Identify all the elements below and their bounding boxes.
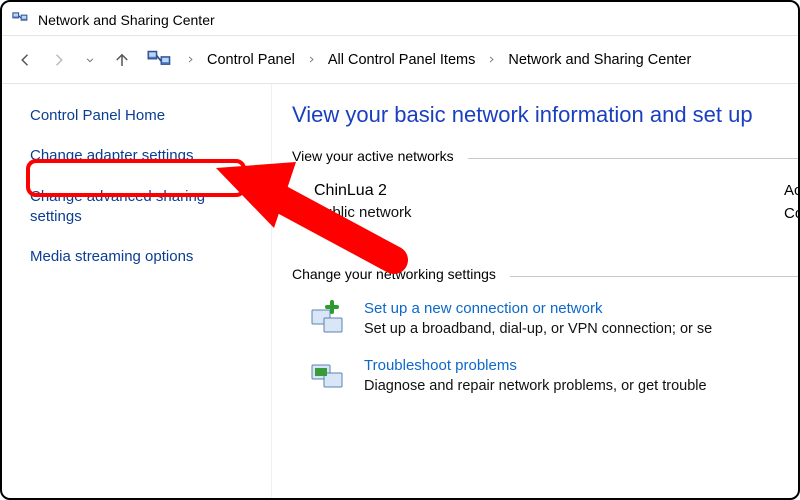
recent-dropdown[interactable] [76, 46, 104, 74]
breadcrumb-all-items[interactable]: All Control Panel Items [326, 50, 477, 70]
sidebar: Control Panel Home Change adapter settin… [2, 84, 272, 498]
back-button[interactable] [12, 46, 40, 74]
section-active-networks: View your active networks [292, 148, 798, 164]
active-network-row: ChinLua 2 Public network Acce Conn [314, 182, 798, 238]
sidebar-item-advanced-sharing[interactable]: Change advanced sharing settings [30, 187, 253, 228]
navbar: Control Panel All Control Panel Items Ne… [2, 36, 798, 84]
chevron-right-icon [481, 55, 502, 64]
sidebar-item-home[interactable]: Control Panel Home [30, 106, 253, 126]
network-name: ChinLua 2 [314, 182, 694, 200]
divider [510, 276, 798, 277]
network-center-icon [12, 9, 30, 30]
content-area: Control Panel Home Change adapter settin… [2, 84, 798, 498]
divider [468, 158, 798, 159]
window-title: Network and Sharing Center [38, 12, 215, 28]
setup-connection-icon [310, 300, 350, 336]
titlebar: Network and Sharing Center [2, 2, 798, 36]
option-troubleshoot-link[interactable]: Troubleshoot problems [364, 357, 707, 374]
option-setup-connection: Set up a new connection or network Set u… [310, 300, 798, 337]
sidebar-item-adapter-settings[interactable]: Change adapter settings [30, 146, 253, 166]
networking-options: Set up a new connection or network Set u… [310, 300, 798, 394]
page-heading: View your basic network information and … [292, 102, 798, 128]
up-button[interactable] [108, 46, 136, 74]
network-access-label: Acce [784, 182, 798, 199]
breadcrumb-control-panel[interactable]: Control Panel [205, 50, 297, 70]
network-type: Public network [314, 204, 694, 221]
network-connections-label: Conn [784, 205, 798, 222]
forward-button[interactable] [44, 46, 72, 74]
chevron-right-icon [180, 55, 201, 64]
chevron-right-icon [301, 55, 322, 64]
option-setup-connection-desc: Set up a broadband, dial-up, or VPN conn… [364, 321, 712, 337]
section-change-settings: Change your networking settings [292, 266, 798, 282]
option-setup-connection-link[interactable]: Set up a new connection or network [364, 300, 712, 317]
section-change-settings-label: Change your networking settings [292, 266, 496, 282]
address-icon [146, 46, 174, 74]
section-active-networks-label: View your active networks [292, 148, 454, 164]
option-troubleshoot-desc: Diagnose and repair network problems, or… [364, 378, 707, 394]
sidebar-item-media-streaming[interactable]: Media streaming options [30, 247, 253, 267]
option-troubleshoot: Troubleshoot problems Diagnose and repai… [310, 357, 798, 394]
troubleshoot-icon [310, 357, 350, 393]
breadcrumb-network-sharing[interactable]: Network and Sharing Center [506, 50, 693, 70]
main-panel: View your basic network information and … [272, 84, 798, 498]
